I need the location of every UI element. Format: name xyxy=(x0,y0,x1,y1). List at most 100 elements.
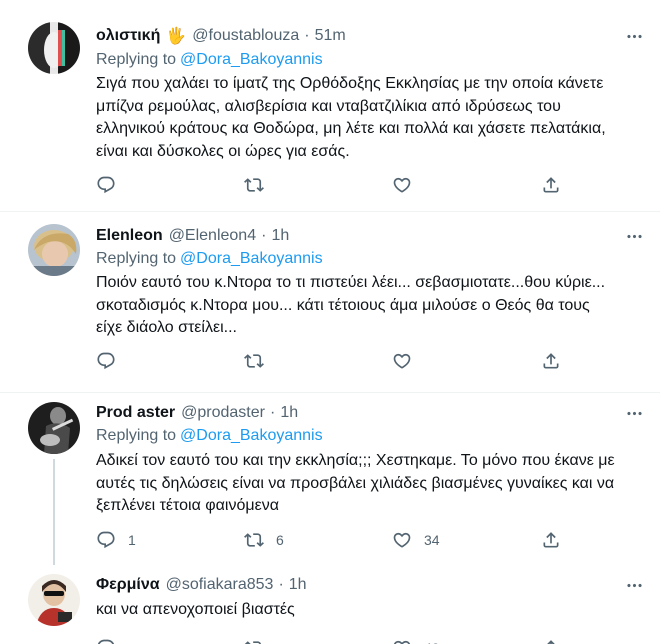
display-name[interactable]: Φερμίνα xyxy=(96,576,160,594)
replying-to: Replying to @Dora_Bakoyannis xyxy=(96,250,323,268)
tweet-header: ολιστική 🖐 @foustablouza · 51m xyxy=(96,25,346,47)
reply-count: 1 xyxy=(128,532,136,548)
more-dots-icon xyxy=(625,27,644,46)
reply-feed: ολιστική 🖐 @foustablouza · 51m Replying … xyxy=(0,0,660,644)
timestamp[interactable]: 51m xyxy=(315,27,346,45)
tweet[interactable]: Prod aster @prodaster · 1h Replying to @D… xyxy=(0,393,660,565)
timestamp[interactable]: 1h xyxy=(271,227,289,245)
reply-icon xyxy=(96,530,116,550)
share-icon xyxy=(541,175,561,195)
retweet-button[interactable]: 6 xyxy=(244,530,284,550)
more-dots-icon xyxy=(625,227,644,246)
more-options-button[interactable] xyxy=(622,574,646,596)
share-button[interactable] xyxy=(541,351,561,371)
tweet-text-line: Σιγά που χαλάει το ίματζ της Ορθόδοξης Ε… xyxy=(96,75,604,92)
action-bar: 40 xyxy=(96,638,566,644)
retweet-icon xyxy=(244,175,264,195)
more-options-button[interactable] xyxy=(622,402,646,424)
action-bar xyxy=(96,351,566,373)
tweet-text: Ποιόν εαυτό του κ.Ντορα το τι πιστεύει λ… xyxy=(96,272,636,340)
user-handle[interactable]: @foustablouza xyxy=(192,27,299,45)
more-dots-icon xyxy=(625,404,644,423)
reply-icon xyxy=(96,638,116,644)
tweet[interactable]: ολιστική 🖐 @foustablouza · 51m Replying … xyxy=(0,0,660,211)
thread-connector xyxy=(53,459,55,565)
mention-link[interactable]: @Dora_Bakoyannis xyxy=(180,427,323,444)
display-name[interactable]: Prod aster xyxy=(96,404,175,422)
avatar[interactable] xyxy=(28,22,80,74)
tweet-text-line: και να απενοχοποιεί βιαστές xyxy=(96,601,295,618)
retweet-count: 6 xyxy=(276,532,284,548)
display-name[interactable]: ολιστική xyxy=(96,27,160,45)
mention-link[interactable]: @Dora_Bakoyannis xyxy=(180,51,323,68)
tweet-header: Φερμίνα @sofiakara853 · 1h xyxy=(96,574,307,596)
retweet-icon xyxy=(244,530,264,550)
avatar[interactable] xyxy=(28,224,80,276)
action-bar: 1 6 34 xyxy=(96,530,566,552)
woman-with-sunglasses-icon xyxy=(28,574,80,626)
more-options-button[interactable] xyxy=(622,225,646,247)
user-handle[interactable]: @prodaster xyxy=(181,404,265,422)
mention-link[interactable]: @Dora_Bakoyannis xyxy=(180,250,323,267)
share-button[interactable] xyxy=(541,530,561,550)
guitarist-bw-photo-icon xyxy=(28,402,80,454)
tweet-text-line: ελληνικού κράτους κα Θοδώρα, μη λέτε και… xyxy=(96,120,606,137)
tweet[interactable]: Elenleon @Elenleon4 · 1h Replying to @Dor… xyxy=(0,212,660,392)
user-handle[interactable]: @Elenleon4 xyxy=(169,227,256,245)
more-options-button[interactable] xyxy=(622,25,646,47)
retweet-button[interactable] xyxy=(244,638,276,644)
share-button[interactable] xyxy=(541,638,561,644)
share-icon xyxy=(541,638,561,644)
separator-dot: · xyxy=(278,576,284,593)
tweet-text-line: ξεπλένει τέτοια φαινόμενα xyxy=(96,497,279,514)
reply-icon xyxy=(96,175,116,195)
share-button[interactable] xyxy=(541,175,561,195)
like-button[interactable]: 40 xyxy=(392,638,440,644)
tweet-text: και να απενοχοποιεί βιαστές xyxy=(96,599,636,622)
like-button[interactable] xyxy=(392,175,424,195)
action-bar xyxy=(96,175,566,197)
timestamp[interactable]: 1h xyxy=(289,576,307,594)
tweet-text-line: Αδικεί τον εαυτό του και την εκκλησία;;;… xyxy=(96,452,615,469)
heart-icon xyxy=(392,351,412,371)
hand-emoji: 🖐 xyxy=(166,28,187,45)
tweet-header: Prod aster @prodaster · 1h xyxy=(96,402,298,424)
separator-dot: · xyxy=(261,227,267,244)
retweet-button[interactable] xyxy=(244,175,276,195)
heart-icon xyxy=(392,175,412,195)
abstract-portrait-icon xyxy=(28,22,80,74)
reply-button[interactable]: 1 xyxy=(96,530,136,550)
tweet-text-line: αυτές τις δηλώσεις είναι να προσβάλει χι… xyxy=(96,474,615,492)
more-dots-icon xyxy=(625,576,644,595)
tweet-header: Elenleon @Elenleon4 · 1h xyxy=(96,225,289,247)
display-name[interactable]: Elenleon xyxy=(96,227,163,245)
replying-to-label: Replying to xyxy=(96,51,177,68)
tweet[interactable]: Φερμίνα @sofiakara853 · 1h και να απενοχ… xyxy=(0,565,660,644)
replying-to-label: Replying to xyxy=(96,250,177,267)
reply-button[interactable] xyxy=(96,351,128,371)
retweet-button[interactable] xyxy=(244,351,276,371)
tweet-text-line: σκοταδισμός κ.Ντορα μου... κάτι τέτοιους… xyxy=(96,296,590,314)
like-button[interactable] xyxy=(392,351,424,371)
tweet-text: Σιγά που χαλάει το ίματζ της Ορθόδοξης Ε… xyxy=(96,73,636,163)
avatar[interactable] xyxy=(28,402,80,454)
heart-icon xyxy=(392,638,412,644)
reply-button[interactable] xyxy=(96,175,128,195)
retweet-icon xyxy=(244,351,264,371)
separator-dot: · xyxy=(304,27,310,44)
tweet-text-line: Ποιόν εαυτό του κ.Ντορα το τι πιστεύει λ… xyxy=(96,274,606,291)
tweet-text-line: είναι και δύσκολες οι ώρες για εσάς. xyxy=(96,142,350,160)
user-handle[interactable]: @sofiakara853 xyxy=(166,576,274,594)
tweet-text-line: μπίζνα ρεμούλας, αλισβερίσια και νταβατζ… xyxy=(96,97,561,115)
reply-icon xyxy=(96,351,116,371)
like-button[interactable]: 34 xyxy=(392,530,440,550)
timestamp[interactable]: 1h xyxy=(280,404,298,422)
reply-button[interactable] xyxy=(96,638,128,644)
tweet-text-line: είχε διάολο στείλει... xyxy=(96,319,237,336)
share-icon xyxy=(541,530,561,550)
share-icon xyxy=(541,351,561,371)
replying-to: Replying to @Dora_Bakoyannis xyxy=(96,427,323,445)
heart-icon xyxy=(392,530,412,550)
tweet-text: Αδικεί τον εαυτό του και την εκκλησία;;;… xyxy=(96,450,636,518)
avatar[interactable] xyxy=(28,574,80,626)
